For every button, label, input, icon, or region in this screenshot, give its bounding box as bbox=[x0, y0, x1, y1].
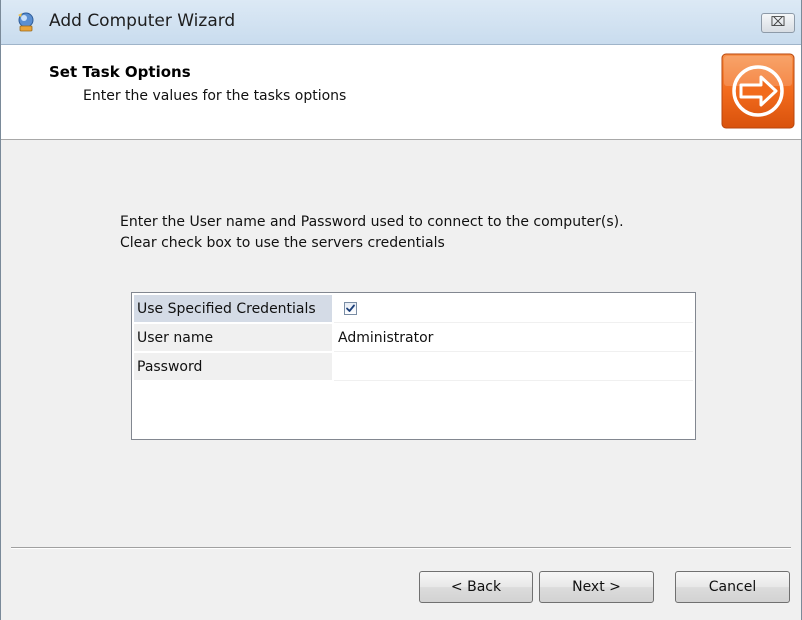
grid-row-password[interactable]: Password bbox=[134, 353, 693, 381]
grid-row-label: User name bbox=[134, 324, 332, 352]
instructions: Enter the User name and Password used to… bbox=[120, 212, 624, 254]
wizard-window: Add Computer Wizard ⌧ Set Task Options E… bbox=[0, 0, 802, 620]
password-field[interactable] bbox=[334, 353, 693, 381]
page-subtitle: Enter the values for the tasks options bbox=[83, 88, 347, 104]
back-button[interactable]: < Back bbox=[419, 571, 533, 603]
title-bar[interactable]: Add Computer Wizard ⌧ bbox=[1, 0, 801, 45]
wizard-app-icon bbox=[18, 12, 34, 32]
wizard-header: Set Task Options Enter the values for th… bbox=[1, 45, 801, 140]
grid-row-label: Password bbox=[134, 353, 332, 381]
close-button[interactable]: ⌧ bbox=[761, 13, 795, 33]
property-grid[interactable]: Use Specified Credentials User name Admi… bbox=[131, 292, 696, 440]
cancel-button[interactable]: Cancel bbox=[675, 571, 790, 603]
checkmark-icon bbox=[346, 304, 355, 312]
orange-arrow-icon bbox=[721, 53, 795, 129]
grid-row-value-cell[interactable] bbox=[334, 295, 693, 323]
wizard-content: Enter the User name and Password used to… bbox=[1, 140, 801, 547]
next-button[interactable]: Next > bbox=[539, 571, 654, 603]
instruction-line-1: Enter the User name and Password used to… bbox=[120, 214, 624, 230]
page-title: Set Task Options bbox=[49, 63, 191, 81]
user-name-field[interactable]: Administrator bbox=[334, 324, 693, 352]
grid-row-label: Use Specified Credentials bbox=[134, 295, 332, 323]
wizard-footer: < Back Next > Cancel bbox=[1, 549, 801, 620]
instruction-line-2: Clear check box to use the servers crede… bbox=[120, 235, 445, 251]
window-title: Add Computer Wizard bbox=[49, 11, 236, 31]
close-icon: ⌧ bbox=[770, 15, 786, 30]
use-credentials-checkbox[interactable] bbox=[344, 302, 357, 315]
grid-row-user-name[interactable]: User name Administrator bbox=[134, 324, 693, 352]
grid-row-use-credentials[interactable]: Use Specified Credentials bbox=[134, 295, 693, 323]
